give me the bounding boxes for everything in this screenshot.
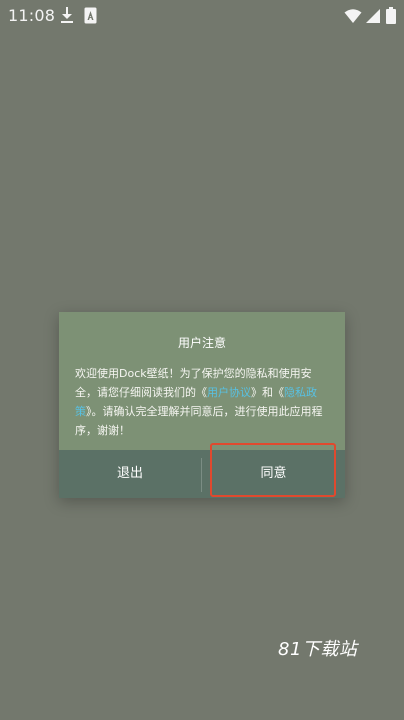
download-icon [61, 7, 73, 23]
wifi-icon [344, 9, 362, 23]
message-text-3: 》。请确认完全理解并同意后，进行使用此应用程序，谢谢！ [75, 405, 323, 437]
status-time: 11:08 [8, 6, 56, 25]
dialog-message: 欢迎使用Dock壁纸！为了保护您的隐私和使用安全，请您仔细阅读我们的《用户协议》… [75, 364, 331, 440]
watermark: 81下载站 [278, 639, 358, 660]
agree-highlight-box [210, 443, 336, 497]
signal-icon [366, 9, 380, 23]
exit-button[interactable]: 退出 [59, 450, 201, 498]
a-icon [84, 7, 97, 24]
message-text-2: 》和《 [251, 386, 284, 399]
dialog-title: 用户注意 [177, 336, 226, 350]
user-agreement-link[interactable]: 用户协议 [207, 386, 251, 399]
battery-icon [386, 7, 396, 24]
status-bar: 11:08 [0, 0, 404, 32]
